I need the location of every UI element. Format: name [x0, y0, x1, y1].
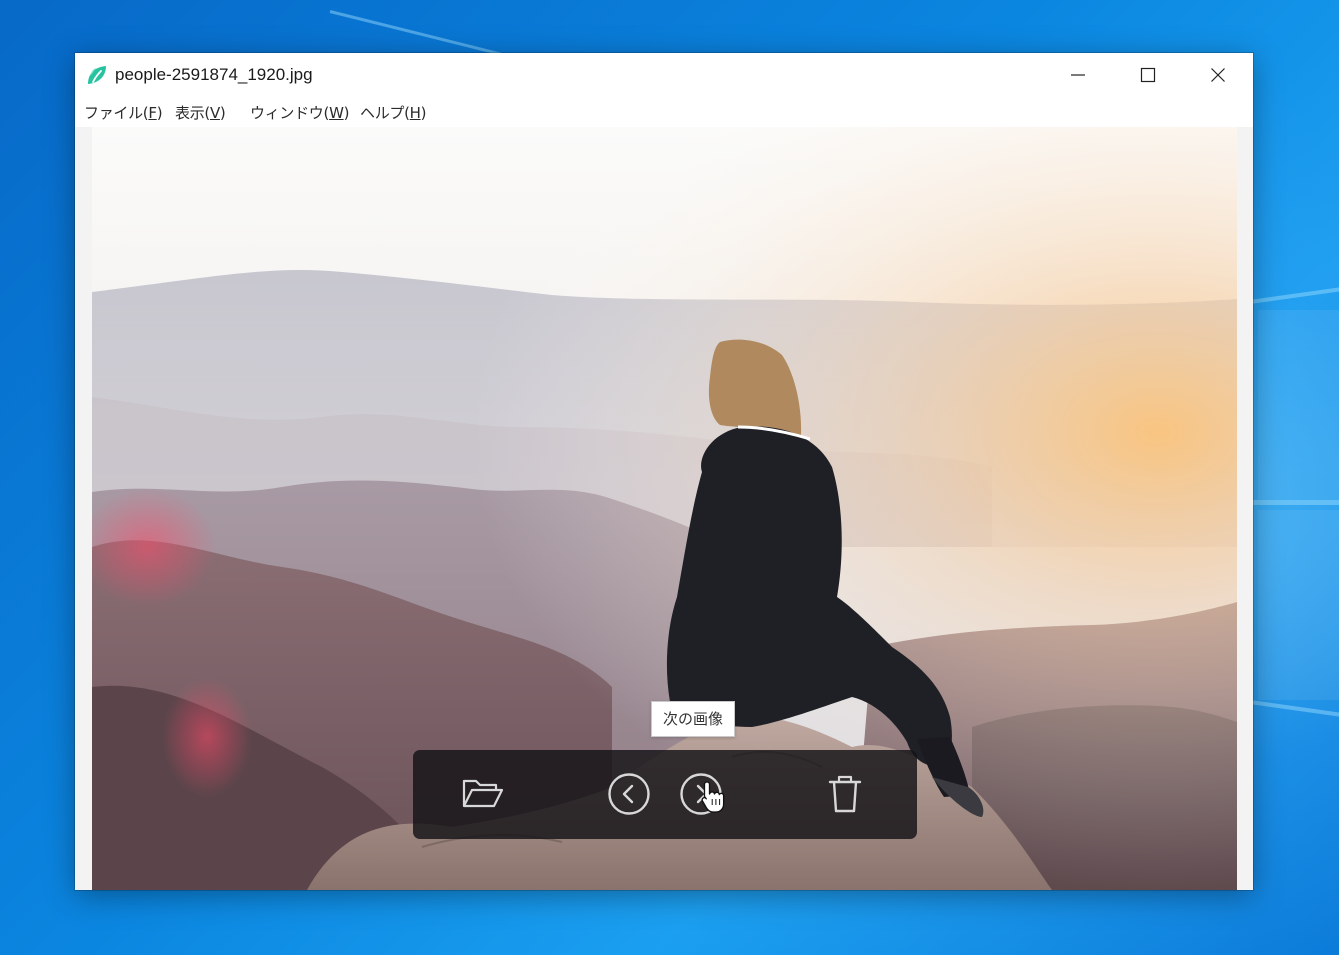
menu-view[interactable]: 表示(V): [175, 102, 226, 123]
menu-window-label: ウィンドウ(: [250, 104, 330, 122]
menu-view-suffix: ): [219, 104, 226, 122]
minimize-icon: [1071, 74, 1085, 76]
image-viewer-window: people-2591874_1920.jpg ファイル(F) 表示(V) ウィ…: [75, 53, 1253, 890]
desktop-light-pane: [1258, 510, 1339, 700]
close-button[interactable]: [1183, 53, 1253, 97]
menu-window[interactable]: ウィンドウ(W): [250, 102, 349, 123]
window-title: people-2591874_1920.jpg: [115, 65, 313, 84]
menu-file-accesskey: F: [148, 104, 157, 122]
hand-pointer-cursor-icon: [701, 781, 725, 813]
next-image-tooltip: 次の画像: [651, 701, 736, 737]
menu-help-label: ヘルプ(: [360, 104, 410, 122]
chevron-left-circle-icon: [608, 773, 650, 815]
menu-file-suffix: ): [156, 104, 163, 122]
menu-file-label: ファイル(: [84, 104, 149, 122]
folder-open-icon: [462, 779, 504, 808]
desktop-light-streak: [1250, 500, 1339, 505]
menu-bar: ファイル(F) 表示(V) ウィンドウ(W) ヘルプ(H): [75, 97, 1253, 127]
menu-view-accesskey: V: [209, 104, 220, 122]
desktop-light-streak: [1249, 286, 1339, 304]
leaf-icon: [85, 63, 109, 87]
menu-help[interactable]: ヘルプ(H): [360, 102, 426, 123]
menu-help-accesskey: H: [409, 104, 421, 122]
delete-image-button[interactable]: [821, 770, 869, 818]
minimize-button[interactable]: [1043, 53, 1113, 97]
menu-file[interactable]: ファイル(F): [84, 102, 163, 123]
previous-image-button[interactable]: [605, 770, 653, 818]
desktop-light-streak: [1249, 700, 1339, 718]
image-viewport[interactable]: [75, 127, 1253, 890]
menu-window-accesskey: W: [329, 104, 344, 122]
viewer-toolbar: [413, 750, 917, 839]
menu-help-suffix: ): [420, 104, 427, 122]
menu-window-suffix: ): [343, 104, 350, 122]
menu-view-label: 表示(: [175, 104, 210, 122]
close-icon: [1211, 68, 1225, 82]
maximize-button[interactable]: [1113, 53, 1183, 97]
maximize-icon: [1140, 67, 1156, 83]
desktop-light-pane: [1258, 310, 1339, 500]
title-bar[interactable]: people-2591874_1920.jpg: [75, 53, 1253, 97]
open-folder-button[interactable]: [459, 770, 507, 818]
trash-icon: [828, 775, 862, 813]
